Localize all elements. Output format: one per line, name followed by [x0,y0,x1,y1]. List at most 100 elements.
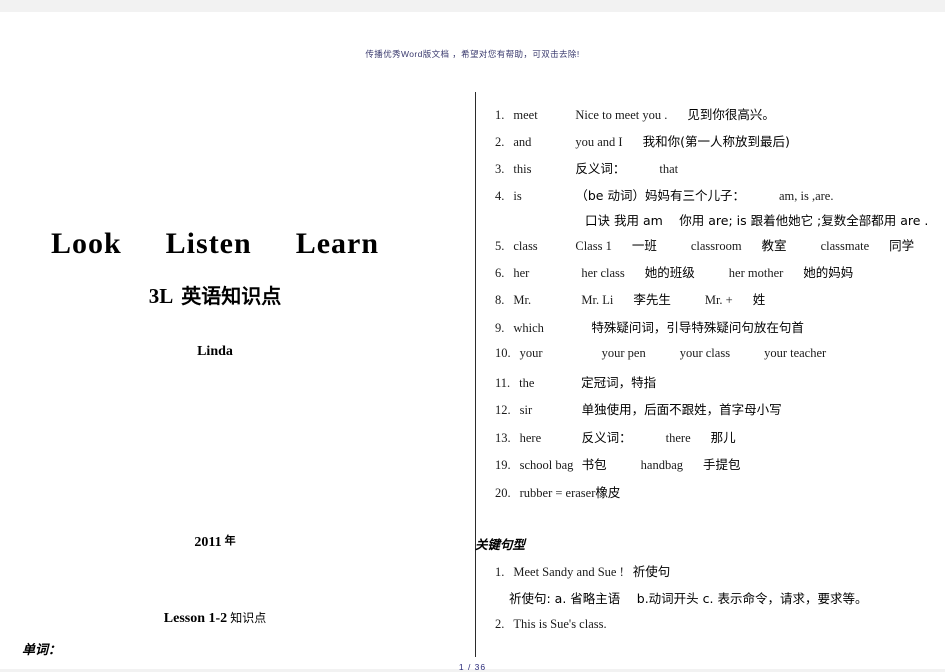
entry-number: 13. [495,431,511,445]
entry-en-text: Nice to meet you . [575,108,668,122]
pattern-number: 1. [495,565,505,579]
entry-word: your [519,346,543,360]
entry-cn-text: 手提包 [703,457,741,472]
vocabulary-entry: 4. is （be 动词）妈妈有三个儿子： am, is ,are. [495,185,833,205]
vocabulary-entry: 13. here 反义词： there 那儿 [495,427,736,447]
vocabulary-entry: 11. the 定冠词，特指 [495,372,656,392]
vocabulary-entry: 12. sir 单独使用，后面不跟姓，首字母小写 [495,399,782,419]
entry-cn-text: 她的班级 [644,265,695,280]
entry-number: 10. [495,346,511,360]
entry-number: 1. [495,108,505,122]
notes-column: 1. meet Nice to meet you . 见到你很高兴。 2. and you … [475,82,945,652]
lesson-cn: 知识点 [230,611,267,625]
entry-cn-text: 反义词： [581,430,632,445]
entry-word: here [519,431,542,445]
entry-cn-text: （be 动词）妈妈有三个儿子： [575,188,745,203]
entry-word: class [513,239,538,253]
entry-word: this [513,162,532,176]
entry-cn-text: 书包 [581,457,607,472]
vocabulary-entry: 3. this 反义词： that [495,158,678,178]
cover-subtitle: 3L 英语知识点 [0,280,430,309]
vocabulary-entry: 6. her her class 她的班级 her mother 她的妈妈 [495,262,853,282]
mnemonic-line: 口诀 我用 am 你用 are; is 跟着他她它 ;复数全部都用 are . [585,213,929,228]
page-columns: Look Listen Learn 3L 英语知识点 Linda 2011 年 Less… [0,82,945,658]
entry-en-text: Class 1 [575,239,612,253]
key-patterns-heading: 关键句型 [475,537,526,552]
entry-en-text: you and I [575,135,623,149]
subtitle-code: 3L [148,284,174,308]
entry-cn-text: 同学 [889,238,915,253]
pattern-note: 祈使句: a. 省略主语 b.动词开头 c. 表示命令，请求，要求等。 [509,591,868,606]
title-word-learn: Learn [295,227,380,260]
entry-word: and [513,135,532,149]
entry-cn-text: 我和你(第一人称放到最后) [642,134,790,149]
entry-cn-text: 姓 [752,292,766,307]
entry-cn-text: 定冠词，特指 [581,375,657,390]
vocabulary-entry: 5. class Class 1 一班 classroom 教室 classmate 同学 [495,235,914,255]
entry-cn-text: 她的妈妈 [803,265,854,280]
cover-title: Look Listen Learn [0,227,430,261]
entry-cn-text: 教室 [761,238,787,253]
pattern-en-text: Meet Sandy and Sue ! [513,565,624,579]
vocabulary-entry: 8. Mr. Mr. Li 李先生 Mr. + 姓 [495,289,765,309]
entry-cn-text: 反义词： [575,161,626,176]
cover-lesson: Lesson 1-2 知识点 [0,609,430,627]
cover-author: Linda [197,344,233,359]
cover-column: Look Listen Learn 3L 英语知识点 Linda 2011 年 Less… [0,82,470,658]
entry-en-text: Mr. + [704,293,733,307]
entry-number: 12. [495,403,511,417]
entry-en-text: there [665,431,691,445]
cover-year: 2011 年 [0,532,430,551]
entry-en-text: Mr. Li [581,293,614,307]
entry-word: meet [513,108,538,122]
entry-word: Mr. [513,293,532,307]
entry-cn-text: 一班 [631,238,657,253]
pattern-en-text: This is Sue's class. [513,617,607,631]
year-unit-cn: 年 [224,534,236,547]
entry-number: 19. [495,458,511,472]
entry-number: 9. [495,321,505,335]
lesson-en: Lesson 1-2 [163,611,228,626]
key-pattern-item: 1. Meet Sandy and Sue ! 祈使句 [495,561,670,581]
entry-word: which [513,321,544,335]
entry-word: sir [519,403,533,417]
title-word-look: Look [50,227,122,260]
entry-word: rubber = eraser [519,486,596,500]
entry-number: 3. [495,162,505,176]
entry-en-text: classroom [690,239,742,253]
entry-cn-text: 特殊疑问词，引导特殊疑问句放在句首 [591,320,804,335]
entry-en-text: your pen [601,346,646,360]
column-divider [475,92,476,657]
entry-cn-text: 李先生 [633,292,671,307]
entry-word: school bag [519,458,574,472]
entry-en-text: that [659,162,679,176]
entry-cn-text: 见到你很高兴。 [687,107,775,122]
entry-number: 20. [495,486,511,500]
vocabulary-entry: 9. which 特殊疑问词，引导特殊疑问句放在句首 [495,317,804,337]
page-footer: 1 / 36 [458,662,487,672]
entry-word: is [513,189,522,203]
entry-number: 5. [495,239,505,253]
promo-banner: 传播优秀Word版文档 ，希望对您有帮助，可双击去除! [365,49,580,59]
pattern-cn-text: 祈使句 [632,564,671,579]
entry-cn-text: 橡皮 [595,485,621,500]
entry-number: 2. [495,135,505,149]
entry-word: the [519,376,535,390]
document-page: 传播优秀Word版文档 ，希望对您有帮助，可双击去除! Look Listen Le… [0,12,945,672]
entry-en-text: classmate [820,239,870,253]
entry-number: 8. [495,293,505,307]
vocabulary-entry: 19. school bag 书包 handbag 手提包 [495,454,741,474]
key-pattern-item: 2. This is Sue's class. [495,615,607,633]
entry-word: her [513,266,530,280]
vocabulary-entry: 2. and you and I 我和你(第一人称放到最后) [495,131,790,151]
year-number: 2011 [194,535,222,550]
entry-en-text: her class [581,266,625,280]
subtitle-cn: 英语知识点 [181,284,282,308]
entry-number: 11. [495,376,511,390]
entry-cn-text: 单独使用，后面不跟姓，首字母小写 [581,402,782,417]
entry-en-text: handbag [640,458,683,472]
entry-cn-text: 那儿 [710,430,736,445]
entry-en-text: your teacher [764,346,827,360]
entry-en-text: her mother [728,266,784,280]
vocabulary-entry: 1. meet Nice to meet you . 见到你很高兴。 [495,104,775,124]
